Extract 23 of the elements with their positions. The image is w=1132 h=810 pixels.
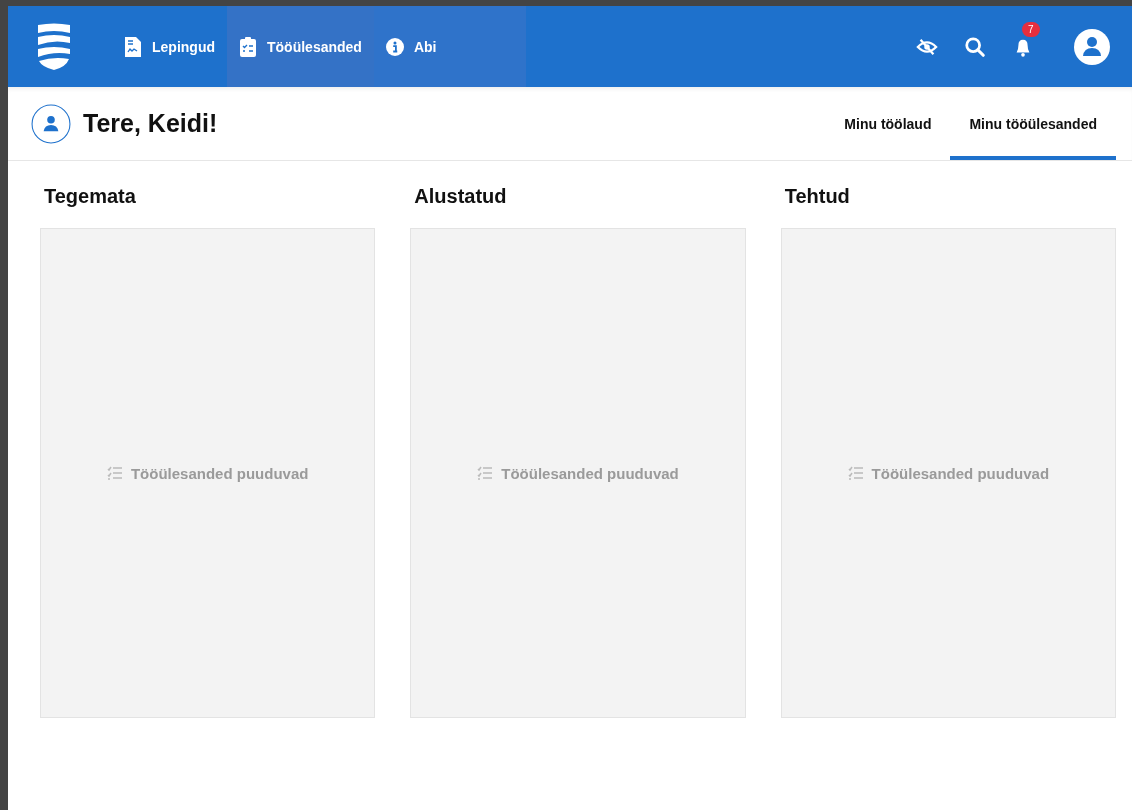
document-icon [124,36,142,57]
column-title: Tehtud [784,185,851,208]
clipboard-icon [239,36,257,57]
avatar-icon[interactable] [1074,28,1110,65]
shield-logo[interactable] [36,22,72,71]
search-icon[interactable] [964,35,986,58]
empty-message: Tööülesanded puuduvad [871,464,1050,482]
user-icon [31,103,71,144]
info-icon [385,36,404,57]
column-title: Tegemata [44,185,137,208]
column-title: Alustatud [414,185,508,208]
checklist-icon [847,466,864,480]
checklist-icon [477,466,494,480]
checklist-icon [106,466,123,480]
greeting-heading: Tere, Keidi! [83,109,218,138]
notification-badge: 7 [1022,21,1040,37]
nav-link[interactable]: Tööülesanded [227,6,374,87]
empty-message: Tööülesanded puuduvad [501,464,679,482]
tab[interactable]: Minu töölaud [825,87,951,160]
tab[interactable]: Minu tööülesanded [950,87,1116,160]
nav-link[interactable]: Lepingud [112,6,227,87]
empty-message: Tööülesanded puuduvad [130,464,309,482]
nav-link[interactable]: Abi [373,6,527,87]
